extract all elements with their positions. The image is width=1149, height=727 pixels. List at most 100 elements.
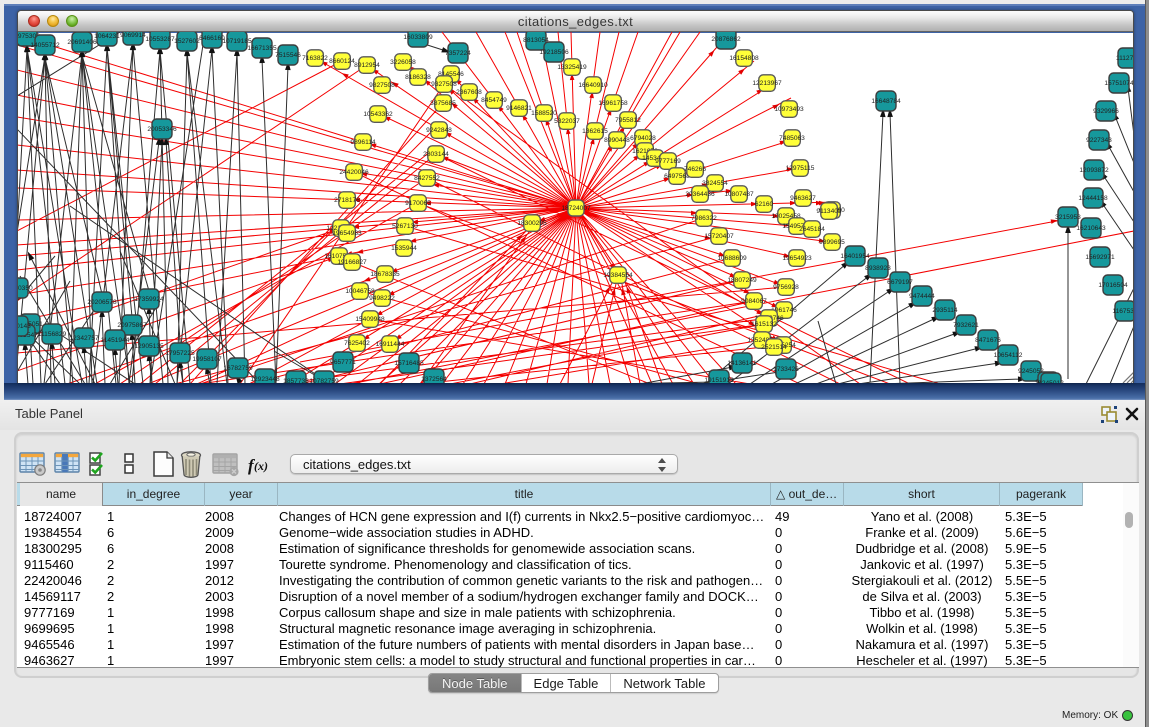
svg-text:8427552: 8427552 xyxy=(414,175,440,182)
svg-text:15692971: 15692971 xyxy=(1085,254,1115,261)
svg-text:6466160: 6466160 xyxy=(199,35,225,42)
svg-text:8990448: 8990448 xyxy=(604,137,630,144)
svg-text:16671355: 16671355 xyxy=(247,45,277,52)
svg-text:9300143: 9300143 xyxy=(17,323,31,330)
svg-text:14055712: 14055712 xyxy=(30,42,60,49)
svg-text:20053346: 20053346 xyxy=(147,126,177,133)
svg-text:9329966: 9329966 xyxy=(1093,108,1119,115)
svg-text:16210643: 16210643 xyxy=(1076,225,1106,232)
svg-text:19958107: 19958107 xyxy=(192,356,222,363)
svg-text:7986322: 7986322 xyxy=(691,215,717,222)
svg-text:8471676: 8471676 xyxy=(975,337,1001,344)
svg-text:19218506: 19218506 xyxy=(539,49,569,56)
svg-text:7515546: 7515546 xyxy=(275,52,301,59)
svg-text:1064231: 1064231 xyxy=(94,33,120,40)
svg-text:1112711: 1112711 xyxy=(1116,55,1134,62)
svg-text:16782759: 16782759 xyxy=(223,365,253,372)
svg-text:1857733: 1857733 xyxy=(283,378,309,383)
svg-text:8938923: 8938923 xyxy=(865,265,891,272)
svg-text:15716485: 15716485 xyxy=(394,360,424,367)
svg-text:9227343: 9227343 xyxy=(1086,137,1112,144)
svg-text:10973493: 10973493 xyxy=(774,106,804,113)
svg-text:7955812: 7955812 xyxy=(615,117,641,124)
svg-text:2803144: 2803144 xyxy=(423,151,449,158)
svg-text:16648784: 16648784 xyxy=(871,98,901,105)
svg-text:9899695: 9899695 xyxy=(819,239,845,246)
svg-text:7625402: 7625402 xyxy=(344,340,370,347)
svg-text:9327508: 9327508 xyxy=(431,81,457,88)
svg-text:10782759: 10782759 xyxy=(309,378,339,383)
svg-text:2367608: 2367608 xyxy=(456,89,482,96)
svg-text:9657771: 9657771 xyxy=(330,359,356,366)
svg-text:1167534: 1167534 xyxy=(1112,308,1134,315)
svg-text:17957225: 17957225 xyxy=(165,350,195,357)
svg-text:3875685: 3875685 xyxy=(430,100,456,107)
svg-text:1615132: 1615132 xyxy=(751,321,777,328)
svg-text:2645184: 2645184 xyxy=(799,226,825,233)
svg-text:9170065: 9170065 xyxy=(405,200,431,207)
svg-text:9463627: 9463627 xyxy=(790,195,816,202)
svg-text:12342757: 12342757 xyxy=(69,335,99,342)
svg-text:20206578: 20206578 xyxy=(87,299,117,306)
svg-text:9756928: 9756928 xyxy=(773,284,799,291)
svg-text:9113403: 9113403 xyxy=(816,208,842,215)
svg-text:9896114: 9896114 xyxy=(350,139,376,146)
svg-text:16154808: 16154808 xyxy=(729,55,759,62)
svg-text:10046758: 10046758 xyxy=(345,288,375,295)
svg-text:11156829: 11156829 xyxy=(38,331,67,338)
svg-text:16640910: 16640910 xyxy=(578,82,608,89)
svg-text:12905135: 12905135 xyxy=(134,343,164,350)
svg-text:7357224: 7357224 xyxy=(445,50,471,57)
svg-text:7163822: 7163822 xyxy=(302,55,328,62)
svg-text:12213967: 12213967 xyxy=(752,80,782,87)
svg-text:5322037: 5322037 xyxy=(554,118,580,125)
svg-text:9777169: 9777169 xyxy=(655,158,681,165)
svg-text:1372564: 1372564 xyxy=(421,376,447,383)
svg-text:17016504: 17016504 xyxy=(1098,282,1128,289)
svg-text:1362615: 1362615 xyxy=(582,128,608,135)
svg-text:19654923: 19654923 xyxy=(782,255,812,262)
svg-text:18724007: 18724007 xyxy=(561,205,591,212)
svg-text:10807487: 10807487 xyxy=(724,191,754,198)
svg-text:10654112: 10654112 xyxy=(994,352,1023,359)
svg-text:9474444: 9474444 xyxy=(909,293,935,300)
svg-text:9827508: 9827508 xyxy=(369,82,395,89)
svg-text:12923448: 12923448 xyxy=(250,376,280,383)
svg-text:9498222: 9498222 xyxy=(369,295,395,302)
svg-text:10688609: 10688609 xyxy=(717,255,747,262)
svg-text:5267130: 5267130 xyxy=(392,223,418,230)
svg-text:14136141: 14136141 xyxy=(727,360,757,367)
svg-text:20975867: 20975867 xyxy=(117,322,147,329)
svg-text:1527602: 1527602 xyxy=(174,38,200,45)
svg-text:10543362: 10543362 xyxy=(363,111,393,118)
svg-text:2718176: 2718176 xyxy=(334,197,360,204)
svg-text:12444158: 12444158 xyxy=(1078,195,1108,202)
svg-text:12975115: 12975115 xyxy=(786,165,815,172)
svg-text:25260350: 25260350 xyxy=(17,285,33,292)
svg-text:2935114: 2935114 xyxy=(932,307,958,314)
svg-text:19654983: 19654983 xyxy=(332,230,362,237)
svg-text:9084067: 9084067 xyxy=(741,298,767,305)
svg-text:16401954: 16401954 xyxy=(840,253,870,260)
svg-text:18807249: 18807249 xyxy=(727,277,757,284)
svg-text:9242848: 9242848 xyxy=(426,127,452,134)
svg-text:6679197: 6679197 xyxy=(887,279,913,286)
svg-text:9069914: 9069914 xyxy=(120,32,146,39)
svg-text:746266: 746266 xyxy=(684,166,706,173)
svg-text:12093872: 12093872 xyxy=(1079,167,1109,174)
svg-text:1733426: 1733426 xyxy=(773,366,799,373)
svg-text:15409948: 15409948 xyxy=(355,316,385,323)
svg-text:16961758: 16961758 xyxy=(598,100,628,107)
svg-text:24420046: 24420046 xyxy=(339,169,369,176)
svg-text:19151913: 19151913 xyxy=(704,377,734,383)
svg-text:17359924: 17359924 xyxy=(134,296,164,303)
svg-text:18300295: 18300295 xyxy=(517,220,547,227)
svg-text:8186328: 8186328 xyxy=(405,74,431,81)
svg-text:9245012: 9245012 xyxy=(1038,380,1064,383)
svg-text:62160: 62160 xyxy=(755,201,774,208)
svg-text:1588520: 1588520 xyxy=(531,110,557,117)
svg-text:18678335: 18678335 xyxy=(370,271,400,278)
svg-text:20691406: 20691406 xyxy=(67,39,97,46)
svg-text:15751074: 15751074 xyxy=(1104,80,1134,87)
svg-text:8660124: 8660124 xyxy=(329,58,355,65)
